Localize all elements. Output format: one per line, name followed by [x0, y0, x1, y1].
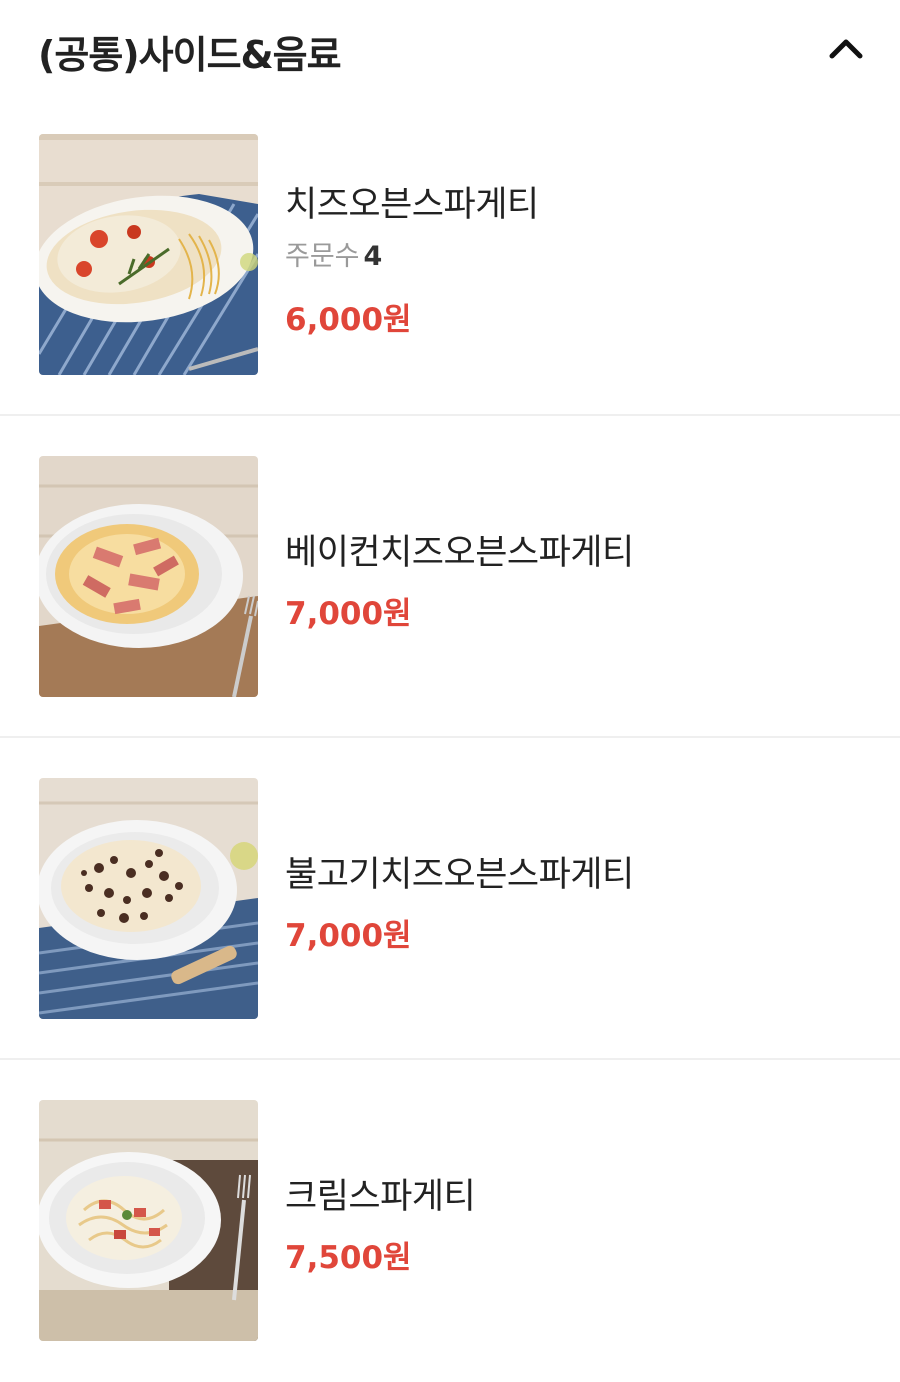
cream-spaghetti-photo — [39, 1100, 258, 1341]
cheese-oven-spaghetti-photo — [39, 134, 258, 375]
order-count-value: 4 — [363, 241, 383, 272]
item-name: 치즈오븐스파게티 — [285, 185, 539, 225]
menu-item[interactable]: 불고기치즈오븐스파게티 7,000원 — [0, 738, 900, 1060]
item-name: 크림스파게티 — [285, 1177, 476, 1217]
menu-item[interactable]: 크림스파게티 7,500원 — [0, 1060, 900, 1382]
menu-item[interactable]: 베이컨치즈오븐스파게티 7,000원 — [0, 416, 900, 738]
section-title: (공통)사이드&음료 — [38, 33, 342, 77]
item-name: 베이컨치즈오븐스파게티 — [285, 533, 634, 573]
item-price: 7,000원 — [285, 918, 412, 954]
bulgogi-cheese-oven-spaghetti-photo — [39, 778, 258, 1019]
order-count: 주문수 4 — [285, 234, 382, 273]
bacon-cheese-oven-spaghetti-photo — [39, 456, 258, 697]
item-price: 7,500원 — [285, 1240, 412, 1276]
item-price: 6,000원 — [285, 302, 412, 338]
item-name: 불고기치즈오븐스파게티 — [285, 855, 634, 895]
menu-item[interactable]: 치즈오븐스파게티 주문수 4 6,000원 — [0, 94, 900, 416]
item-price: 7,000원 — [285, 596, 412, 632]
chevron-up-icon — [828, 37, 864, 63]
collapse-toggle-button[interactable] — [818, 22, 874, 78]
order-count-label: 주문수 — [285, 241, 360, 272]
section-header[interactable]: (공통)사이드&음료 — [0, 0, 900, 100]
